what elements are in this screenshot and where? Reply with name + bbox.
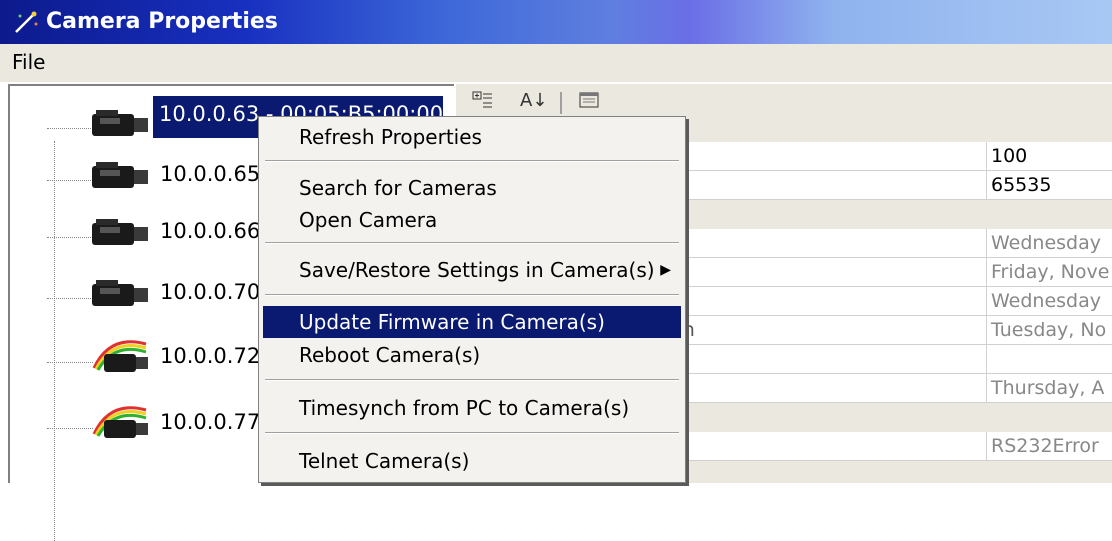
tree-branch [47, 362, 93, 363]
context-menu: Refresh Properties Search for Cameras Op… [258, 116, 686, 483]
menu-item-label: Telnet Camera(s) [299, 449, 470, 473]
camera-icon [92, 110, 148, 136]
menu-item-label: Reboot Camera(s) [299, 343, 481, 367]
property-value[interactable]: Friday, Nove [986, 258, 1112, 286]
property-value[interactable]: 100 [986, 142, 1112, 170]
camera-icon [92, 219, 148, 245]
menu-item-refresh-properties[interactable]: Refresh Properties [263, 121, 681, 153]
property-value[interactable]: RS232Error [986, 432, 1112, 460]
menu-separator [265, 379, 679, 381]
camera-rainbow-icon [92, 340, 148, 372]
property-value[interactable]: Thursday, A [986, 374, 1112, 402]
menu-item-label: Update Firmware in Camera(s) [299, 310, 605, 334]
property-value[interactable]: 65535 [986, 171, 1112, 199]
menu-item-telnet-cameras[interactable]: Telnet Camera(s) [263, 445, 681, 477]
property-toolbar: A↓ [456, 84, 1112, 120]
menu-item-label: Timesynch from PC to Camera(s) [299, 396, 630, 420]
tree-branch [47, 180, 93, 181]
property-value[interactable] [986, 345, 1112, 373]
menu-item-label: Save/Restore Settings in Camera(s) [299, 258, 655, 282]
property-value[interactable]: Tuesday, No [986, 316, 1112, 344]
toolbar-separator [560, 92, 562, 114]
menu-item-search-for-cameras[interactable]: Search for Cameras [263, 172, 681, 204]
menu-item-open-camera[interactable]: Open Camera [263, 204, 681, 236]
wand-icon [15, 11, 38, 33]
title-bar: Camera Properties [0, 0, 1112, 44]
tree-branch [47, 428, 93, 429]
property-pages-icon[interactable] [576, 90, 602, 114]
menu-item-timesynch[interactable]: Timesynch from PC to Camera(s) [263, 392, 681, 424]
menu-item-label: Open Camera [299, 208, 438, 232]
menu-separator [265, 294, 679, 296]
property-pages-icon [579, 92, 599, 108]
alphabetical-glyph: A↓ [520, 90, 548, 111]
menu-item-label: Search for Cameras [299, 176, 497, 200]
menu-item-update-firmware[interactable]: Update Firmware in Camera(s) [263, 306, 681, 338]
menu-separator [265, 432, 679, 434]
menu-separator [265, 242, 679, 244]
menu-item-label: Refresh Properties [299, 125, 482, 149]
menu-separator [265, 160, 679, 162]
menu-item-save-restore-settings[interactable]: Save/Restore Settings in Camera(s) ▶ [263, 254, 681, 286]
property-value[interactable]: Wednesday [986, 229, 1112, 257]
categorized-icon[interactable] [470, 90, 496, 114]
menu-file[interactable]: File [12, 50, 45, 74]
menu-item-reboot-cameras[interactable]: Reboot Camera(s) [263, 339, 681, 371]
tree-branch [47, 237, 93, 238]
alphabetical-icon[interactable]: A↓ [520, 90, 548, 114]
submenu-arrow-icon: ▶ [660, 262, 671, 278]
window-title: Camera Properties [46, 9, 278, 34]
camera-icon [92, 280, 148, 306]
tree-branch [47, 128, 93, 129]
camera-icon [92, 162, 148, 188]
property-value[interactable]: Wednesday [986, 287, 1112, 315]
categorized-icon [472, 91, 492, 108]
tree-branch [47, 298, 93, 299]
camera-rainbow-icon [92, 406, 148, 438]
menu-bar: File [0, 44, 1112, 82]
